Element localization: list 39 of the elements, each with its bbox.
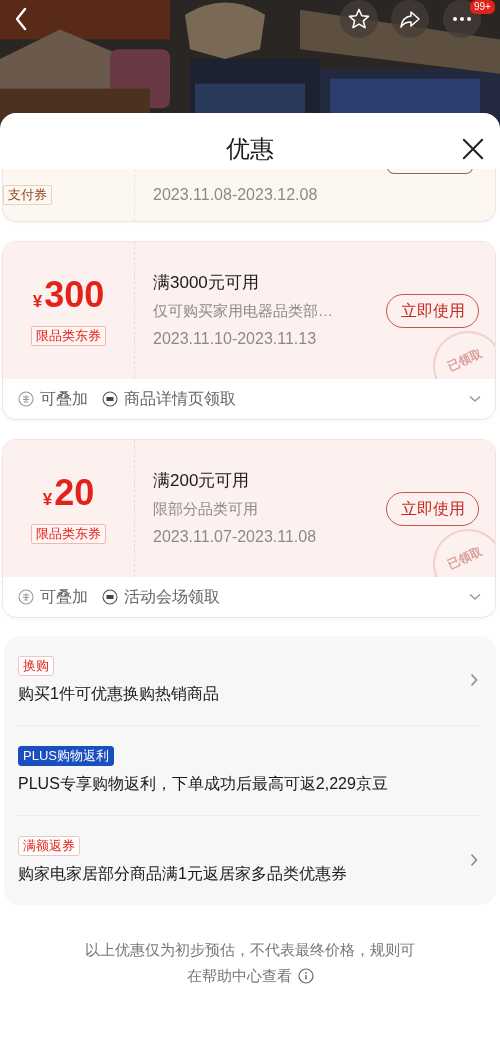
- coupon-description: 限部分品类可用: [153, 498, 259, 519]
- stackable-label: 可叠加: [40, 586, 88, 607]
- offer-description: PLUS专享购物返利，下单成功后最高可返2,229京豆: [18, 774, 388, 794]
- star-icon: [347, 7, 371, 31]
- disclaimer-text: 以上优惠仅为初步预估，不代表最终价格，规则可: [85, 940, 415, 960]
- more-icon: [453, 17, 471, 21]
- offer-tag: 满额返券: [18, 836, 80, 856]
- notification-badge: 99+: [470, 0, 495, 14]
- coupon-date: 2023.11.08-2023.12.08: [153, 185, 318, 205]
- coupon-tag: 限品类东券: [31, 326, 106, 346]
- coupon-tag: 支付券: [3, 185, 52, 205]
- coupon-description: 仅可购买家用电器品类部…: [153, 300, 333, 321]
- source-label: 活动会场领取: [124, 586, 220, 607]
- stackable-label: 可叠加: [40, 388, 88, 409]
- chevron-down-icon[interactable]: [469, 395, 481, 403]
- coupon-date: 2023.11.07-2023.11.08: [153, 526, 317, 547]
- offer-description: 购买1件可优惠换购热销商品: [18, 684, 219, 704]
- coupon-condition: 满200元可用: [153, 469, 251, 492]
- sheet-title: 优惠: [226, 134, 274, 164]
- coupon-condition: 满3000元可用: [153, 271, 260, 294]
- source-label: 商品详情页领取: [124, 388, 236, 409]
- coupon-amount: ¥300: [32, 275, 105, 317]
- ticket-icon: [102, 589, 118, 605]
- coupon-amount: ¥20: [42, 473, 95, 515]
- offer-tag: PLUS购物返利: [18, 746, 114, 766]
- back-icon[interactable]: [14, 7, 28, 31]
- chevron-right-icon[interactable]: [470, 673, 478, 687]
- stack-icon: [18, 589, 34, 605]
- chevron-down-icon[interactable]: [469, 593, 481, 601]
- chevron-right-icon[interactable]: [470, 853, 478, 867]
- coupon-tag: 限品类东券: [31, 524, 106, 544]
- help-center-link[interactable]: 在帮助中心查看: [186, 963, 292, 989]
- close-icon[interactable]: [462, 138, 484, 160]
- offer-tag: 换购: [18, 656, 54, 676]
- coupon-date: 2023.11.10-2023.11.13: [153, 328, 318, 349]
- offer-description: 购家电家居部分商品满1元返居家多品类优惠券: [18, 864, 347, 884]
- info-icon[interactable]: [297, 968, 314, 984]
- stack-icon: [18, 391, 34, 407]
- ticket-icon: [102, 391, 118, 407]
